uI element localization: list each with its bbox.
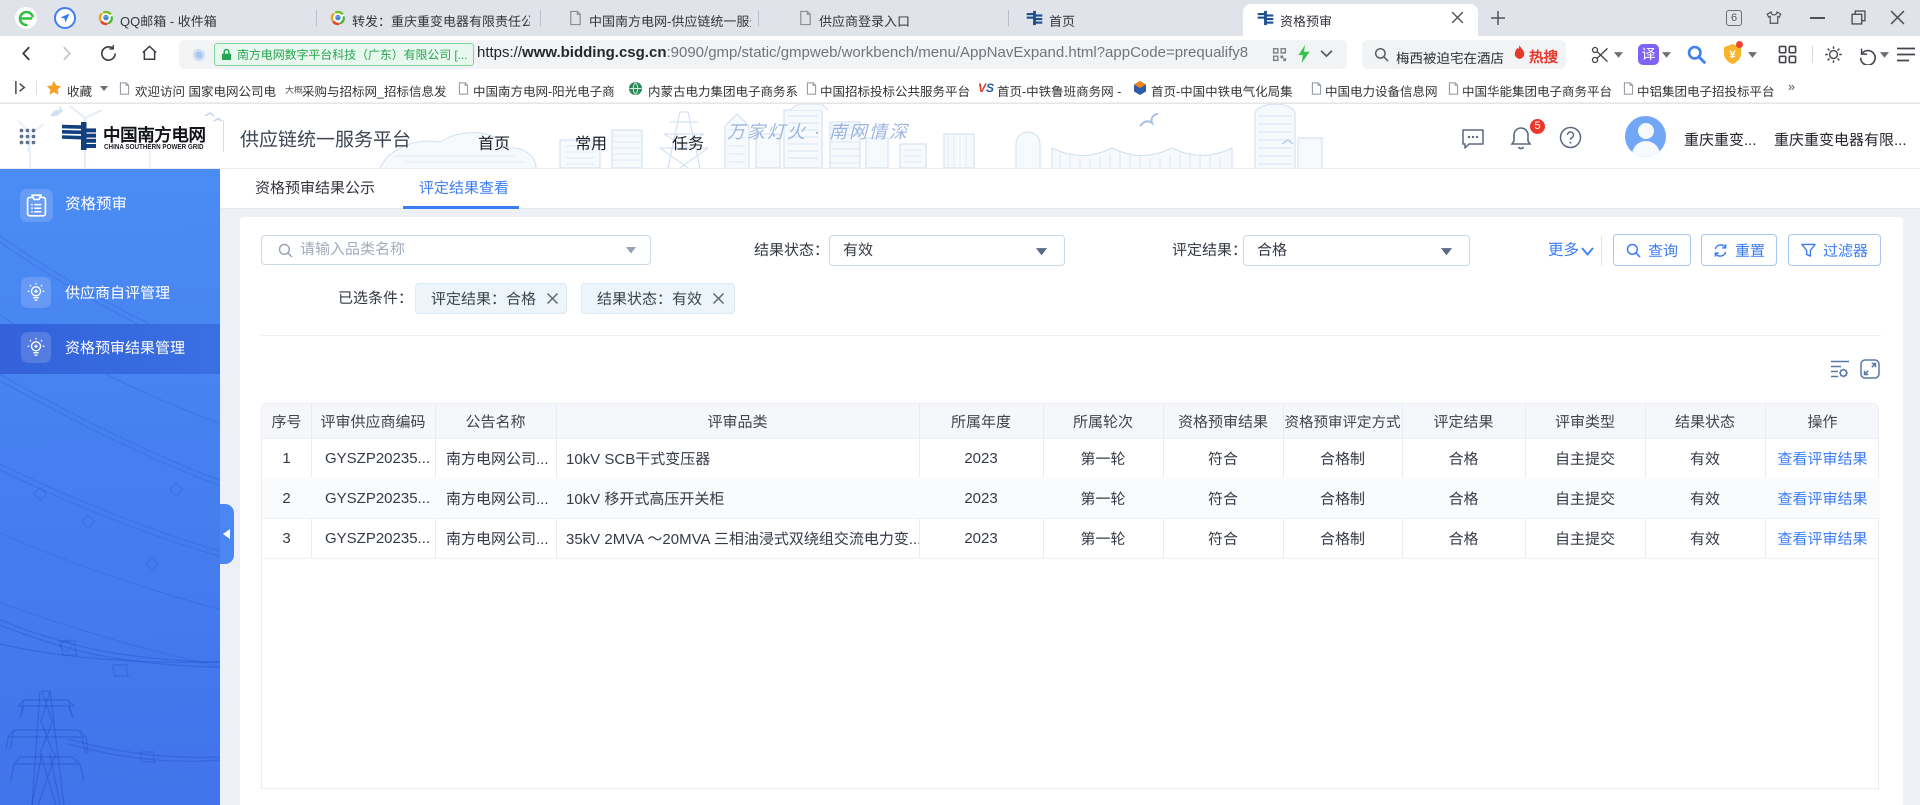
svg-text:¥: ¥ (1729, 49, 1736, 61)
